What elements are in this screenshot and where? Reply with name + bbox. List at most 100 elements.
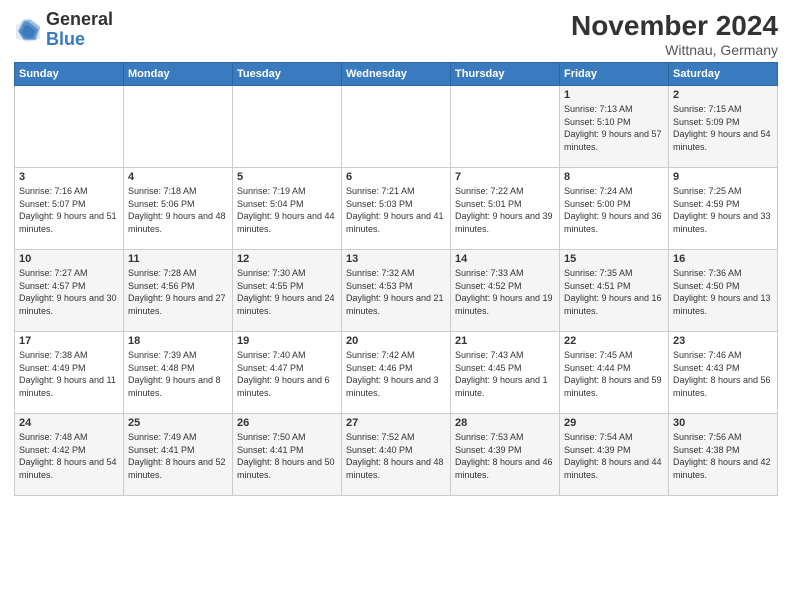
day-info: Sunrise: 7:52 AM Sunset: 4:40 PM Dayligh… bbox=[346, 431, 446, 481]
day-number: 21 bbox=[455, 335, 555, 347]
logo-line2: Blue bbox=[46, 29, 85, 49]
day-number: 1 bbox=[564, 89, 664, 101]
col-saturday: Saturday bbox=[669, 63, 778, 86]
calendar-body: 1 Sunrise: 7:13 AM Sunset: 5:10 PM Daylig… bbox=[15, 86, 778, 496]
day-info: Sunrise: 7:30 AM Sunset: 4:55 PM Dayligh… bbox=[237, 267, 337, 317]
day-info: Sunrise: 7:49 AM Sunset: 4:41 PM Dayligh… bbox=[128, 431, 228, 481]
day-number: 5 bbox=[237, 171, 337, 183]
calendar-cell: 3 Sunrise: 7:16 AM Sunset: 5:07 PM Daylig… bbox=[15, 168, 124, 250]
calendar-cell: 22Sunrise: 7:45 AM Sunset: 4:44 PM Dayli… bbox=[560, 332, 669, 414]
calendar-week-3: 17 Sunrise: 7:38 AM Sunset: 4:49 PM Dayli… bbox=[15, 332, 778, 414]
day-info: Sunrise: 7:48 AM Sunset: 4:42 PM Dayligh… bbox=[19, 431, 119, 481]
page-container: General Blue November 2024 Wittnau, Germ… bbox=[0, 0, 792, 502]
day-info: Sunrise: 7:53 AM Sunset: 4:39 PM Dayligh… bbox=[455, 431, 555, 481]
col-sunday: Sunday bbox=[15, 63, 124, 86]
calendar-cell bbox=[233, 86, 342, 168]
calendar-cell: 13 Sunrise: 7:32 AM Sunset: 4:53 PM Dayli… bbox=[342, 250, 451, 332]
header-row: Sunday Monday Tuesday Wednesday Thursday… bbox=[15, 63, 778, 86]
day-number: 3 bbox=[19, 171, 119, 183]
day-number: 13 bbox=[346, 253, 446, 265]
calendar-cell bbox=[451, 86, 560, 168]
day-number: 26 bbox=[237, 417, 337, 429]
calendar-cell: 15Sunrise: 7:35 AM Sunset: 4:51 PM Dayli… bbox=[560, 250, 669, 332]
day-number: 17 bbox=[19, 335, 119, 347]
calendar-cell: 20 Sunrise: 7:42 AM Sunset: 4:46 PM Dayli… bbox=[342, 332, 451, 414]
day-number: 20 bbox=[346, 335, 446, 347]
day-info: Sunrise: 7:39 AM Sunset: 4:48 PM Dayligh… bbox=[128, 349, 228, 399]
day-info: Sunrise: 7:42 AM Sunset: 4:46 PM Dayligh… bbox=[346, 349, 446, 399]
logo-icon bbox=[14, 16, 42, 44]
calendar-cell: 19Sunrise: 7:40 AM Sunset: 4:47 PM Dayli… bbox=[233, 332, 342, 414]
day-info: Sunrise: 7:50 AM Sunset: 4:41 PM Dayligh… bbox=[237, 431, 337, 481]
calendar-week-0: 1 Sunrise: 7:13 AM Sunset: 5:10 PM Daylig… bbox=[15, 86, 778, 168]
calendar-cell: 2 Sunrise: 7:15 AM Sunset: 5:09 PM Daylig… bbox=[669, 86, 778, 168]
calendar-cell bbox=[124, 86, 233, 168]
header: General Blue November 2024 Wittnau, Germ… bbox=[14, 10, 778, 58]
col-monday: Monday bbox=[124, 63, 233, 86]
calendar-cell: 4 Sunrise: 7:18 AM Sunset: 5:06 PM Daylig… bbox=[124, 168, 233, 250]
day-info: Sunrise: 7:15 AM Sunset: 5:09 PM Dayligh… bbox=[673, 103, 773, 153]
calendar-cell: 8 Sunrise: 7:24 AM Sunset: 5:00 PM Daylig… bbox=[560, 168, 669, 250]
day-number: 9 bbox=[673, 171, 773, 183]
logo: General Blue bbox=[14, 10, 113, 50]
day-info: Sunrise: 7:35 AM Sunset: 4:51 PM Dayligh… bbox=[564, 267, 664, 317]
day-number: 23 bbox=[673, 335, 773, 347]
day-number: 4 bbox=[128, 171, 228, 183]
day-info: Sunrise: 7:54 AM Sunset: 4:39 PM Dayligh… bbox=[564, 431, 664, 481]
day-number: 10 bbox=[19, 253, 119, 265]
calendar-cell: 16 Sunrise: 7:36 AM Sunset: 4:50 PM Dayli… bbox=[669, 250, 778, 332]
calendar-cell: 30Sunrise: 7:56 AM Sunset: 4:38 PM Dayli… bbox=[669, 414, 778, 496]
calendar-cell: 1 Sunrise: 7:13 AM Sunset: 5:10 PM Daylig… bbox=[560, 86, 669, 168]
day-number: 30 bbox=[673, 417, 773, 429]
day-number: 14 bbox=[455, 253, 555, 265]
day-number: 8 bbox=[564, 171, 664, 183]
day-info: Sunrise: 7:38 AM Sunset: 4:49 PM Dayligh… bbox=[19, 349, 119, 399]
day-number: 16 bbox=[673, 253, 773, 265]
location: Wittnau, Germany bbox=[571, 42, 778, 58]
calendar-cell: 23 Sunrise: 7:46 AM Sunset: 4:43 PM Dayli… bbox=[669, 332, 778, 414]
day-info: Sunrise: 7:21 AM Sunset: 5:03 PM Dayligh… bbox=[346, 185, 446, 235]
day-info: Sunrise: 7:46 AM Sunset: 4:43 PM Dayligh… bbox=[673, 349, 773, 399]
calendar-cell: 25Sunrise: 7:49 AM Sunset: 4:41 PM Dayli… bbox=[124, 414, 233, 496]
day-number: 6 bbox=[346, 171, 446, 183]
day-info: Sunrise: 7:24 AM Sunset: 5:00 PM Dayligh… bbox=[564, 185, 664, 235]
calendar-cell bbox=[15, 86, 124, 168]
calendar-cell: 29 Sunrise: 7:54 AM Sunset: 4:39 PM Dayli… bbox=[560, 414, 669, 496]
day-info: Sunrise: 7:13 AM Sunset: 5:10 PM Dayligh… bbox=[564, 103, 664, 153]
calendar-cell: 11Sunrise: 7:28 AM Sunset: 4:56 PM Dayli… bbox=[124, 250, 233, 332]
calendar-cell: 26 Sunrise: 7:50 AM Sunset: 4:41 PM Dayli… bbox=[233, 414, 342, 496]
day-number: 29 bbox=[564, 417, 664, 429]
day-number: 2 bbox=[673, 89, 773, 101]
logo-line1: General bbox=[46, 10, 113, 30]
day-info: Sunrise: 7:33 AM Sunset: 4:52 PM Dayligh… bbox=[455, 267, 555, 317]
calendar-week-2: 10Sunrise: 7:27 AM Sunset: 4:57 PM Dayli… bbox=[15, 250, 778, 332]
calendar-cell: 6 Sunrise: 7:21 AM Sunset: 5:03 PM Daylig… bbox=[342, 168, 451, 250]
day-info: Sunrise: 7:18 AM Sunset: 5:06 PM Dayligh… bbox=[128, 185, 228, 235]
col-friday: Friday bbox=[560, 63, 669, 86]
col-tuesday: Tuesday bbox=[233, 63, 342, 86]
calendar-cell bbox=[342, 86, 451, 168]
calendar-cell: 7Sunrise: 7:22 AM Sunset: 5:01 PM Daylig… bbox=[451, 168, 560, 250]
day-info: Sunrise: 7:36 AM Sunset: 4:50 PM Dayligh… bbox=[673, 267, 773, 317]
calendar-cell: 9 Sunrise: 7:25 AM Sunset: 4:59 PM Daylig… bbox=[669, 168, 778, 250]
col-thursday: Thursday bbox=[451, 63, 560, 86]
calendar-cell: 27 Sunrise: 7:52 AM Sunset: 4:40 PM Dayli… bbox=[342, 414, 451, 496]
calendar-week-4: 24Sunrise: 7:48 AM Sunset: 4:42 PM Dayli… bbox=[15, 414, 778, 496]
day-number: 27 bbox=[346, 417, 446, 429]
day-number: 19 bbox=[237, 335, 337, 347]
calendar-cell: 18 Sunrise: 7:39 AM Sunset: 4:48 PM Dayli… bbox=[124, 332, 233, 414]
day-info: Sunrise: 7:25 AM Sunset: 4:59 PM Dayligh… bbox=[673, 185, 773, 235]
day-info: Sunrise: 7:45 AM Sunset: 4:44 PM Dayligh… bbox=[564, 349, 664, 399]
calendar-header: Sunday Monday Tuesday Wednesday Thursday… bbox=[15, 63, 778, 86]
day-info: Sunrise: 7:16 AM Sunset: 5:07 PM Dayligh… bbox=[19, 185, 119, 235]
day-info: Sunrise: 7:32 AM Sunset: 4:53 PM Dayligh… bbox=[346, 267, 446, 317]
month-title: November 2024 bbox=[571, 10, 778, 42]
day-info: Sunrise: 7:43 AM Sunset: 4:45 PM Dayligh… bbox=[455, 349, 555, 399]
title-block: November 2024 Wittnau, Germany bbox=[571, 10, 778, 58]
calendar-cell: 21 Sunrise: 7:43 AM Sunset: 4:45 PM Dayli… bbox=[451, 332, 560, 414]
day-number: 18 bbox=[128, 335, 228, 347]
calendar-cell: 12Sunrise: 7:30 AM Sunset: 4:55 PM Dayli… bbox=[233, 250, 342, 332]
day-number: 11 bbox=[128, 253, 228, 265]
calendar-cell: 14 Sunrise: 7:33 AM Sunset: 4:52 PM Dayli… bbox=[451, 250, 560, 332]
calendar-cell: 28Sunrise: 7:53 AM Sunset: 4:39 PM Dayli… bbox=[451, 414, 560, 496]
